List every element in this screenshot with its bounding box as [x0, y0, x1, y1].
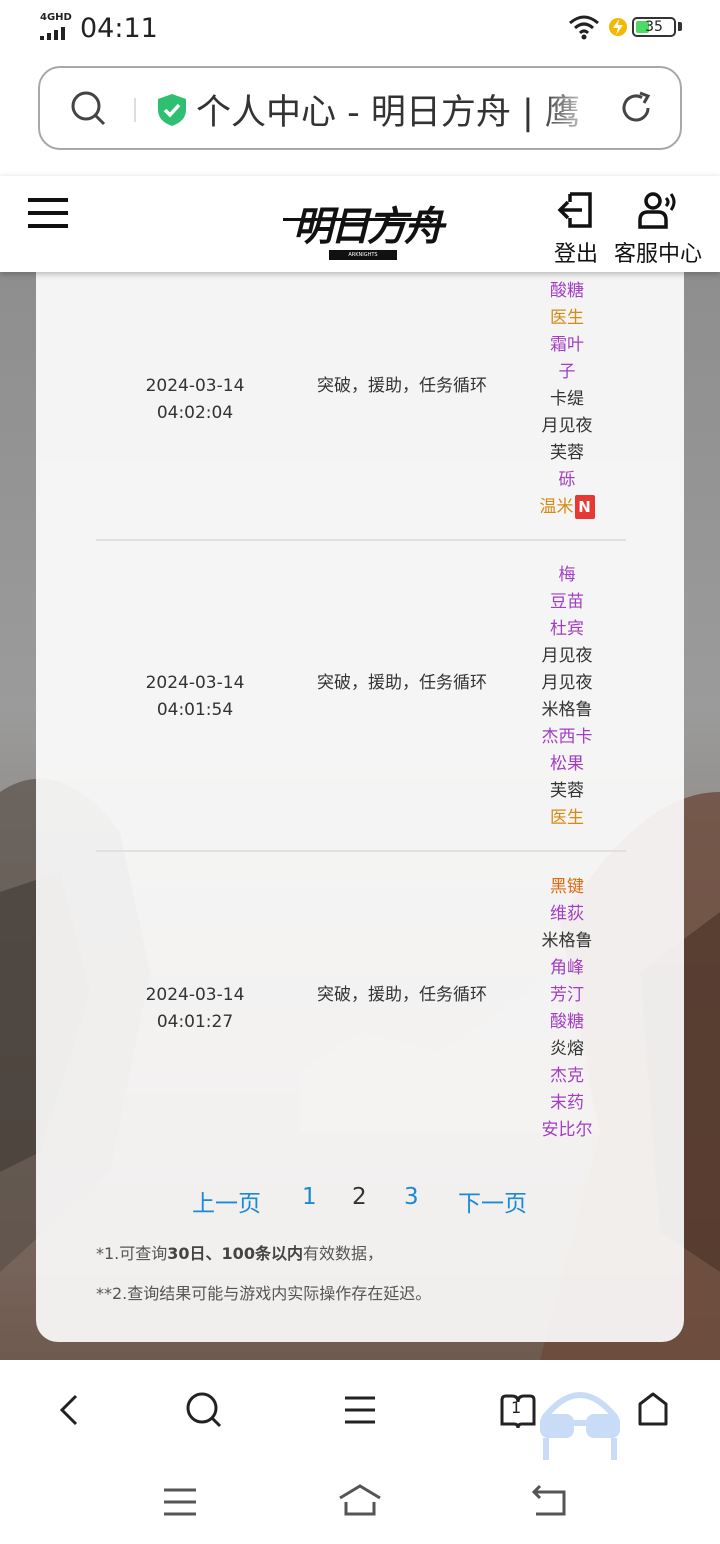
- character-name: 酸糖: [550, 281, 584, 301]
- records-card: 2024-03-14 04:02:04 突破，援助，任务循环 酸糖 医生 霜叶子卡缇 月见夜…: [36, 272, 684, 1342]
- character-name: 豆苗: [550, 592, 584, 612]
- character-name: 月见夜: [541, 673, 593, 693]
- character-name: 杜宾: [550, 619, 584, 639]
- record-row: 2024-03-14 04:01:54 突破，援助，任务循环梅豆苗 杜宾 月见夜 月见夜米…: [36, 562, 684, 850]
- shield-check-icon: [158, 94, 186, 126]
- page-link-3[interactable]: 3: [404, 1184, 419, 1210]
- system-navigation-bar: [0, 1460, 720, 1544]
- row-divider: [96, 539, 626, 541]
- character-name: 砾: [558, 470, 576, 490]
- character-name: 维荻: [550, 904, 584, 924]
- row-divider: [96, 850, 626, 852]
- character-name: 卡缇: [550, 389, 584, 409]
- customer-service-button[interactable]: 客服中心: [614, 190, 702, 268]
- battery-level: 35: [645, 19, 663, 35]
- record-time: 04:02:04: [156, 402, 234, 423]
- page-link-1[interactable]: 1: [302, 1184, 317, 1210]
- tabs-button[interactable]: 1: [498, 1390, 538, 1430]
- character-name: 梅: [558, 565, 576, 585]
- character-name: 医生: [550, 808, 584, 828]
- menu-icon[interactable]: [28, 198, 68, 230]
- character-name: 子: [558, 362, 576, 382]
- page-background: 2024-03-14 04:02:04 突破，援助，任务循环 酸糖 医生 霜叶子卡缇 月见夜…: [0, 272, 720, 1360]
- character-name: 杰西卡: [541, 727, 593, 747]
- character-name: 芳汀: [550, 985, 584, 1005]
- new-badge: N: [574, 495, 595, 519]
- character-list: 酸糖医生霜叶子卡缇月见夜芙蓉砾温米 N: [516, 278, 618, 521]
- search-icon[interactable]: [70, 90, 108, 128]
- record-source: 突破，援助，任务循环: [317, 673, 487, 693]
- system-back-icon[interactable]: [530, 1484, 570, 1518]
- character-name: 安比尔: [541, 1120, 593, 1140]
- note-2: **2.查询结果可能与游戏内实际操作存在延迟。: [96, 1284, 432, 1303]
- search-icon[interactable]: [184, 1390, 224, 1430]
- record-date: 2024-03-14: [145, 375, 245, 396]
- logout-label: 登出: [554, 242, 599, 267]
- character-name: 温米 N: [516, 494, 618, 521]
- reload-icon[interactable]: [618, 90, 654, 126]
- next-page-link[interactable]: 下一页: [458, 1184, 527, 1218]
- record-row: 2024-03-14 04:02:04 突破，援助，任务循环 酸糖医生霜叶子卡缇月见夜…: [36, 278, 684, 519]
- record-datetime: 2024-03-14 04:01:27: [116, 982, 274, 1036]
- menu-icon[interactable]: [342, 1390, 378, 1430]
- character-name: 月见夜: [541, 416, 593, 436]
- prev-page-link[interactable]: 上一页: [192, 1184, 261, 1218]
- record-row: 2024-03-14 04:01:27 突破，援助，任务循环 黑键维荻米格鲁角峰芳汀酸…: [36, 874, 684, 1162]
- character-list: 梅豆苗 杜宾 月见夜 月见夜 米格鲁 杰西卡 松果 芙蓉 医生: [516, 562, 618, 832]
- record-date: 2024-03-14: [145, 673, 245, 693]
- clock: 04:11: [80, 13, 158, 44]
- character-name: 米格鲁: [541, 700, 593, 720]
- character-name: 月见夜: [541, 646, 593, 666]
- record-datetime: 2024-03-14 04:02:04: [116, 373, 274, 427]
- network-type: 4GHD: [40, 12, 72, 23]
- character-name: 角峰: [550, 958, 584, 978]
- character-name: 医生: [550, 308, 584, 328]
- record-source: 突破，援助，任务循环: [317, 985, 487, 1005]
- recent-apps-icon[interactable]: [162, 1486, 198, 1518]
- character-name: 松果: [550, 754, 584, 774]
- tabs-count: 1: [511, 1398, 522, 1417]
- logout-button[interactable]: 登出: [554, 190, 598, 268]
- character-name: 炎熔: [550, 1039, 584, 1059]
- character-name: 霜叶: [550, 335, 584, 355]
- record-source: 突破，援助，任务循环: [317, 375, 487, 396]
- character-name: 杰克: [550, 1066, 584, 1086]
- back-icon[interactable]: [54, 1390, 84, 1430]
- record-time: 04:01:54: [156, 700, 234, 720]
- battery-icon: 35: [632, 17, 676, 37]
- pagination: 上一页 1 2 3 下一页: [0, 1184, 720, 1218]
- character-name: 芙蓉: [550, 443, 584, 463]
- customer-service-label: 客服中心: [614, 242, 703, 267]
- browser-toolbar: 1: [0, 1360, 720, 1462]
- record-datetime: 2024-03-14 04:01:54: [116, 670, 274, 724]
- charging-icon: [609, 18, 627, 36]
- address-divider: [134, 98, 136, 122]
- system-home-icon[interactable]: [336, 1482, 384, 1518]
- character-name: 酸糖: [550, 1012, 584, 1032]
- page-title[interactable]: 个人中心 - 明日方舟 | 鹰: [196, 84, 596, 135]
- title-fade: [540, 78, 600, 138]
- home-icon[interactable]: [634, 1390, 672, 1430]
- page-link-2-current: 2: [352, 1184, 367, 1210]
- battery-tip: [678, 22, 682, 31]
- arknights-logo[interactable]: 明日方舟 ARKNIGHTS: [283, 188, 444, 264]
- character-list: 黑键维荻米格鲁角峰芳汀酸糖炎熔杰克末药安比尔: [516, 874, 618, 1144]
- site-header: 明日方舟 ARKNIGHTS 登出 客服中心: [0, 176, 720, 272]
- record-time: 04:01:27: [156, 1012, 234, 1032]
- character-name: 米格鲁: [541, 931, 593, 951]
- logout-icon: [557, 192, 592, 228]
- character-name: 芙蓉: [550, 781, 584, 801]
- record-date: 2024-03-14: [145, 985, 245, 1005]
- character-name: 黑键: [550, 877, 584, 897]
- address-bar[interactable]: 个人中心 - 明日方舟 | 鹰: [38, 66, 682, 150]
- headset-icon: [638, 192, 676, 229]
- sunglasses-mascot-icon: [540, 1392, 620, 1462]
- wifi-icon: [569, 15, 599, 40]
- signal-icon: [40, 26, 72, 40]
- status-bar: 4GHD 04:11 35: [0, 0, 720, 56]
- note-1: *1.可查询30日、100条以内有效数据，: [96, 1244, 383, 1263]
- character-name: 末药: [550, 1093, 584, 1113]
